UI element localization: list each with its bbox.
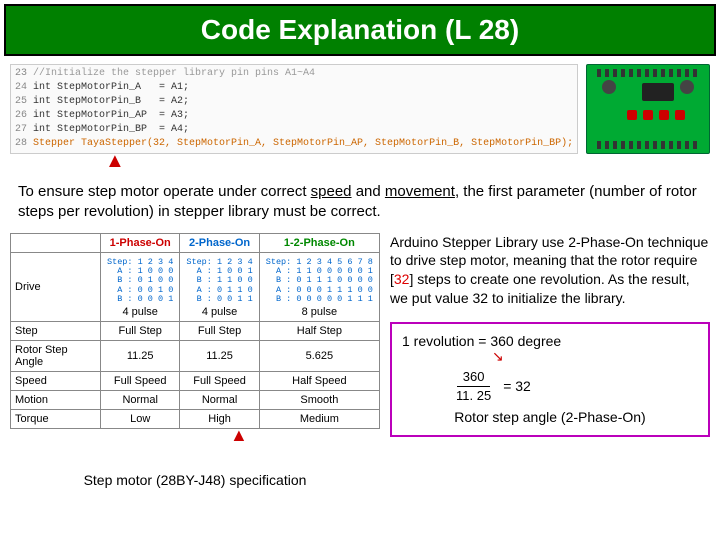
table-row: MotionNormalNormalSmooth bbox=[11, 391, 380, 410]
ic-chip-icon bbox=[642, 83, 674, 101]
code-line-24: int StepMotorPin_A = A1; bbox=[33, 82, 189, 93]
seq-12phase: Step: 1 2 3 4 5 6 7 8 A : 1 1 0 0 0 0 0 … bbox=[264, 256, 375, 307]
button-row-icon bbox=[627, 110, 685, 120]
code-block: 23//Initialize the stepper library pin p… bbox=[10, 64, 578, 154]
pin-header-icon bbox=[597, 141, 699, 149]
pulse-1: 4 pulse bbox=[105, 306, 175, 318]
seq-2phase: Step: 1 2 3 4 A : 1 0 0 1 B : 1 1 0 0 A … bbox=[184, 256, 254, 307]
spec-table-container: 1-Phase-On 2-Phase-On 1-2-Phase-On Drive… bbox=[10, 233, 380, 489]
col-header-1phase: 1-Phase-On bbox=[101, 233, 180, 252]
table-row: StepFull StepFull StepHalf Step bbox=[11, 322, 380, 341]
code-and-board-row: 23//Initialize the stepper library pin p… bbox=[10, 64, 710, 154]
underline-speed: speed bbox=[311, 183, 352, 200]
seq-1phase: Step: 1 2 3 4 A : 1 0 0 0 B : 0 1 0 0 A … bbox=[105, 256, 175, 307]
right-text-column: Arduino Stepper Library use 2-Phase-On t… bbox=[390, 233, 710, 489]
arrow-down-icon: ↘ bbox=[492, 351, 698, 362]
arrow-up-icon: ▲ bbox=[230, 425, 600, 446]
revolution-text: 1 revolution = 360 degree bbox=[402, 332, 698, 351]
lower-row: 1-Phase-On 2-Phase-On 1-2-Phase-On Drive… bbox=[10, 233, 710, 489]
calculation-box: 1 revolution = 360 degree ↘ 360 11. 25 =… bbox=[390, 322, 710, 437]
highlight-32: 32 bbox=[394, 271, 410, 287]
code-line-28: Stepper TayaStepper(32, StepMotorPin_A, … bbox=[33, 138, 573, 149]
col-header-12phase: 1-2-Phase-On bbox=[259, 233, 379, 252]
pulse-2: 4 pulse bbox=[184, 306, 254, 318]
capacitor-icon bbox=[680, 80, 694, 94]
fraction-equation: 360 11. 25 = 32 bbox=[452, 368, 698, 404]
table-row: Rotor Step Angle11.2511.255.625 bbox=[11, 341, 380, 372]
explanation-paragraph: To ensure step motor operate under corre… bbox=[18, 182, 702, 223]
fraction-denominator: 11. 25 bbox=[452, 387, 495, 405]
capacitor-icon bbox=[602, 80, 616, 94]
pin-header-icon bbox=[597, 69, 699, 77]
equals-32: = 32 bbox=[503, 377, 531, 396]
pulse-12: 8 pulse bbox=[264, 306, 375, 318]
spec-caption: Step motor (28BY-J48) specification bbox=[10, 472, 380, 488]
code-line-27: int StepMotorPin_BP = A4; bbox=[33, 124, 189, 135]
underline-movement: movement bbox=[385, 183, 455, 200]
spec-table: 1-Phase-On 2-Phase-On 1-2-Phase-On Drive… bbox=[10, 233, 380, 430]
library-explanation: Arduino Stepper Library use 2-Phase-On t… bbox=[390, 233, 710, 309]
table-row: SpeedFull SpeedFull SpeedHalf Speed bbox=[11, 372, 380, 391]
fraction-numerator: 360 bbox=[457, 368, 491, 387]
slide-title: Code Explanation (L 28) bbox=[4, 4, 716, 56]
col-header-2phase: 2-Phase-On bbox=[180, 233, 259, 252]
pcb-board-image bbox=[586, 64, 710, 154]
code-line-26: int StepMotorPin_AP = A3; bbox=[33, 110, 189, 121]
row-header-drive: Drive bbox=[11, 252, 101, 322]
arrow-up-icon: ▲ bbox=[105, 150, 125, 173]
code-line-25: int StepMotorPin_B = A2; bbox=[33, 96, 189, 107]
code-line-23: //Initialize the stepper library pin pin… bbox=[33, 68, 315, 79]
